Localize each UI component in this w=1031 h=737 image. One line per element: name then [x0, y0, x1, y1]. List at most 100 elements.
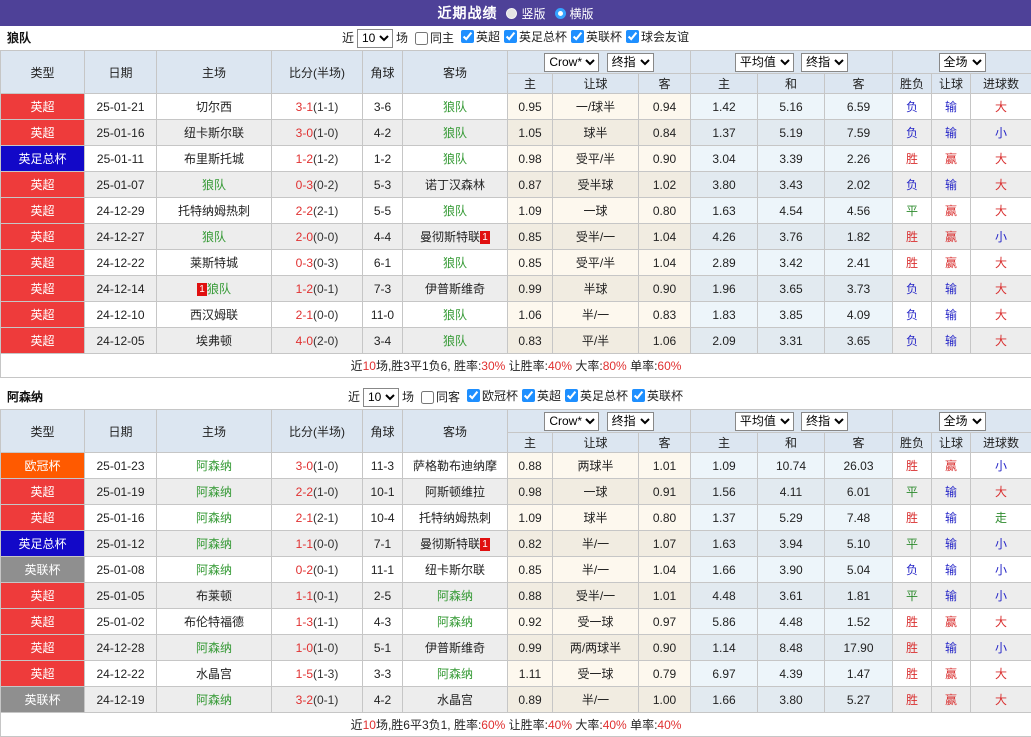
odds-handicap: 半球	[553, 276, 639, 302]
match-row: 欧冠杯25-01-23阿森纳3-0(1-0)11-3萨格勒布迪纳摩0.88两球半…	[1, 453, 1031, 479]
same-venue-checkbox[interactable]: 同客	[417, 385, 460, 409]
league-filter-label: 英超	[537, 384, 561, 408]
league-filter-checkbox[interactable]: 英超	[457, 25, 500, 49]
odds-away: 0.90	[639, 635, 691, 661]
same-venue-checkbox-input[interactable]	[415, 32, 428, 45]
summary-text: 30%	[481, 359, 505, 373]
score-cell: 4-0(2-0)	[272, 328, 363, 354]
same-venue-checkbox-input[interactable]	[421, 391, 434, 404]
match-row: 英超24-12-141狼队1-2(0-1)7-3伊普斯维奇0.99半球0.901…	[1, 276, 1031, 302]
avg-draw: 3.43	[758, 172, 825, 198]
match-date: 24-12-19	[85, 687, 157, 713]
result-goals: 小	[971, 120, 1031, 146]
halftime-score: (0-1)	[313, 563, 338, 577]
vertical-layout-radio[interactable]: 竖版	[506, 5, 545, 22]
match-row: 英联杯24-12-19阿森纳3-2(0-1)4-2水晶宫0.89半/一1.001…	[1, 687, 1031, 713]
result-winlose: 负	[893, 94, 932, 120]
final-odds-select[interactable]: 终指	[607, 53, 654, 72]
league-filter-checkbox-input[interactable]	[504, 30, 517, 43]
match-row: 英超25-01-16阿森纳2-1(2-1)10-4托特纳姆热刺1.09球半0.8…	[1, 505, 1031, 531]
average-select[interactable]: 平均值	[735, 53, 794, 72]
league-filter-checkbox[interactable]: 英联杯	[567, 25, 622, 49]
team-link: 莱斯特城	[190, 256, 238, 270]
match-count-select[interactable]: 10	[357, 29, 393, 48]
summary-text: 大率:	[572, 718, 603, 732]
summary-text: 单率:	[627, 359, 658, 373]
col-score: 比分(半场)	[272, 410, 363, 453]
league-filter-checkbox-input[interactable]	[632, 389, 645, 402]
bookmaker-select[interactable]: Crow*	[544, 412, 599, 431]
fulltime-score: 2-1	[296, 308, 313, 322]
league-filter-checkbox[interactable]: 英超	[518, 384, 561, 408]
odds-home: 0.85	[508, 250, 553, 276]
games-label: 场	[396, 26, 408, 50]
odds-home: 0.82	[508, 531, 553, 557]
horizontal-layout-radio[interactable]: 横版	[555, 5, 594, 22]
league-filter-checkbox-input[interactable]	[571, 30, 584, 43]
col-result-handicap: 让球	[932, 74, 971, 94]
league-filter-checkbox-input[interactable]	[626, 30, 639, 43]
league-filter-checkbox-input[interactable]	[467, 389, 480, 402]
odds-home: 0.88	[508, 583, 553, 609]
result-handicap: 赢	[932, 250, 971, 276]
bookmaker-select[interactable]: Crow*	[544, 53, 599, 72]
home-team-cell: 阿森纳	[157, 479, 272, 505]
filter-controls-row: 阿森纳 近 10 场 同客 欧冠杯英超英足总杯英联杯	[0, 385, 1031, 409]
result-winlose: 胜	[893, 250, 932, 276]
league-filter-checkbox-input[interactable]	[522, 389, 535, 402]
league-filter-checkbox[interactable]: 球会友谊	[622, 25, 689, 49]
halftime-score: (0-2)	[313, 178, 338, 192]
final-odds-select-2[interactable]: 终指	[801, 412, 848, 431]
near-label: 近	[342, 26, 354, 50]
avg-draw: 3.90	[758, 557, 825, 583]
final-odds-select[interactable]: 终指	[607, 412, 654, 431]
corner-count: 10-4	[363, 505, 403, 531]
result-handicap: 输	[932, 94, 971, 120]
league-filter-checkbox-input[interactable]	[461, 30, 474, 43]
avg-away: 6.01	[825, 479, 893, 505]
fulltime-score: 1-1	[296, 589, 313, 603]
radio-checked-icon[interactable]	[555, 8, 566, 19]
corner-count: 11-3	[363, 453, 403, 479]
league-filter-checkbox[interactable]: 英足总杯	[561, 384, 628, 408]
result-goals: 小	[971, 453, 1031, 479]
league-badge: 英超	[1, 661, 85, 687]
corner-count: 10-1	[363, 479, 403, 505]
league-badge: 英超	[1, 276, 85, 302]
same-venue-checkbox[interactable]: 同主	[411, 26, 454, 50]
avg-home: 1.96	[691, 276, 758, 302]
average-select[interactable]: 平均值	[735, 412, 794, 431]
result-handicap: 赢	[932, 224, 971, 250]
final-odds-select-2[interactable]: 终指	[801, 53, 848, 72]
avg-home: 1.66	[691, 557, 758, 583]
home-team-cell: 狼队	[157, 224, 272, 250]
league-filter-checkbox[interactable]: 英足总杯	[500, 25, 567, 49]
result-goals: 小	[971, 224, 1031, 250]
avg-draw: 3.76	[758, 224, 825, 250]
home-team-cell: 阿森纳	[157, 635, 272, 661]
odds-handicap: 受平/半	[553, 250, 639, 276]
league-filter-label: 英联杯	[647, 384, 683, 408]
page-title: 近期战绩	[437, 3, 497, 23]
match-count-select[interactable]: 10	[363, 388, 399, 407]
league-filter-checkbox-input[interactable]	[565, 389, 578, 402]
fulltime-score: 3-0	[296, 126, 313, 140]
avg-draw: 8.48	[758, 635, 825, 661]
avg-draw: 3.80	[758, 687, 825, 713]
fulltime-select[interactable]: 全场	[939, 53, 986, 72]
radio-unchecked-icon[interactable]	[506, 8, 517, 19]
odds-away: 0.83	[639, 302, 691, 328]
avg-away: 5.27	[825, 687, 893, 713]
result-winlose: 负	[893, 302, 932, 328]
avg-home: 1.09	[691, 453, 758, 479]
fulltime-select[interactable]: 全场	[939, 412, 986, 431]
odds-handicap: 一球	[553, 479, 639, 505]
team-link: 切尔西	[196, 100, 232, 114]
odds-home: 0.95	[508, 94, 553, 120]
league-filter-checkbox[interactable]: 欧冠杯	[463, 384, 518, 408]
score-cell: 2-2(2-1)	[272, 198, 363, 224]
match-row: 英超24-12-05埃弗顿4-0(2-0)3-4狼队0.83平/半1.062.0…	[1, 328, 1031, 354]
home-team-cell: 阿森纳	[157, 687, 272, 713]
league-filter-checkbox[interactable]: 英联杯	[628, 384, 683, 408]
result-winlose: 负	[893, 276, 932, 302]
